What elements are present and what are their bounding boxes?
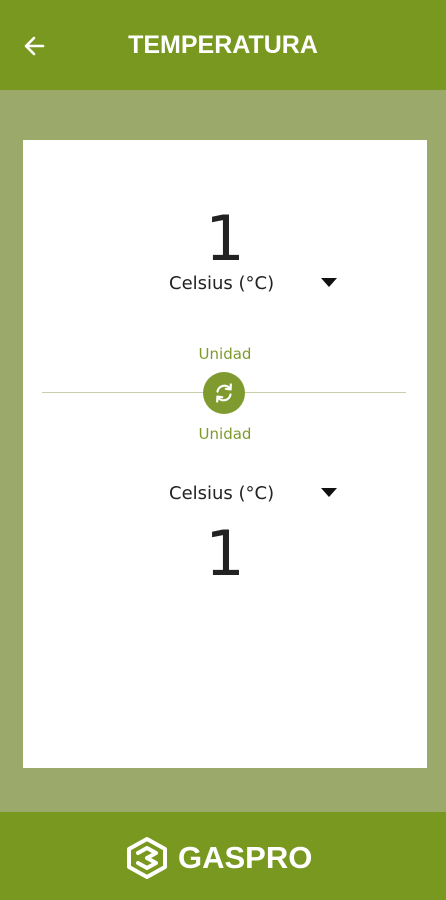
to-unit-label: Celsius (°C) <box>169 482 275 504</box>
gaspro-logo: GASPRO <box>124 836 312 880</box>
swap-refresh-icon <box>216 383 232 403</box>
from-unit-dropdown[interactable]: Celsius (°C) <box>163 265 343 301</box>
from-value[interactable]: 1 <box>23 208 427 270</box>
converter-card: 1 Celsius (°C) Unidad Unidad Celsius (°C… <box>23 140 427 768</box>
app-header: TEMPERATURA <box>0 0 446 90</box>
app-footer: GASPRO <box>0 812 446 900</box>
dropdown-arrow-icon <box>321 488 337 497</box>
from-unit-caption: Unidad <box>198 345 252 363</box>
swap-units-button[interactable] <box>203 372 245 414</box>
gaspro-logo-icon <box>127 837 167 879</box>
dropdown-arrow-icon <box>321 278 337 287</box>
page-title: TEMPERATURA <box>128 31 318 59</box>
from-unit-label: Celsius (°C) <box>169 272 275 294</box>
to-unit-caption: Unidad <box>198 425 252 443</box>
to-unit-dropdown[interactable]: Celsius (°C) <box>163 475 343 511</box>
to-value: 1 <box>205 517 245 590</box>
brand-name: GASPRO <box>178 840 313 875</box>
